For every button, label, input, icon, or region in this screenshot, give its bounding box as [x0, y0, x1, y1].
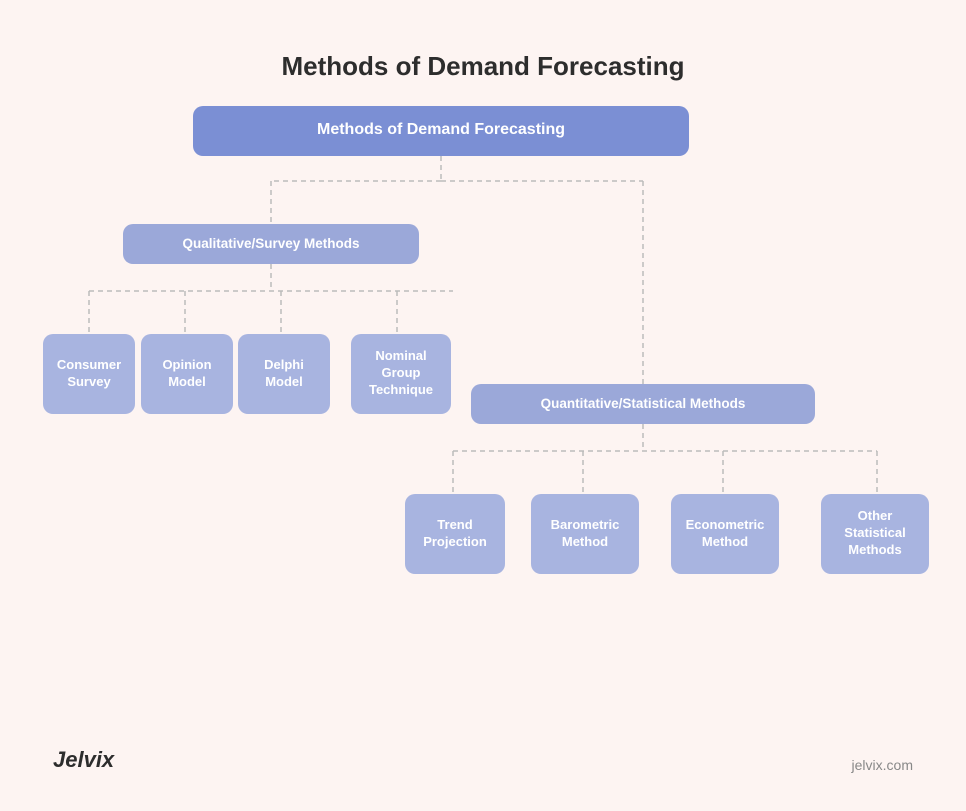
consumer-survey-node: Consumer Survey [43, 334, 135, 414]
page: Methods of Demand Forecasting [23, 21, 943, 791]
qualitative-node: Qualitative/Survey Methods [123, 224, 419, 264]
barometric-method-node: Barometric Method [531, 494, 639, 574]
opinion-model-node: Opinion Model [141, 334, 233, 414]
other-statistical-node: Other Statistical Methods [821, 494, 929, 574]
root-node: Methods of Demand Forecasting [193, 106, 689, 156]
page-title: Methods of Demand Forecasting [281, 51, 684, 82]
diagram: Methods of Demand Forecasting Qualitativ… [23, 106, 943, 791]
econometric-method-node: Econometric Method [671, 494, 779, 574]
quantitative-node: Quantitative/Statistical Methods [471, 384, 815, 424]
nominal-group-node: Nominal Group Technique [351, 334, 451, 414]
delphi-model-node: Delphi Model [238, 334, 330, 414]
connectors-svg [23, 106, 943, 791]
logo-right: jelvix.com [852, 757, 913, 773]
logo-left: Jelvix [53, 747, 114, 773]
trend-projection-node: Trend Projection [405, 494, 505, 574]
